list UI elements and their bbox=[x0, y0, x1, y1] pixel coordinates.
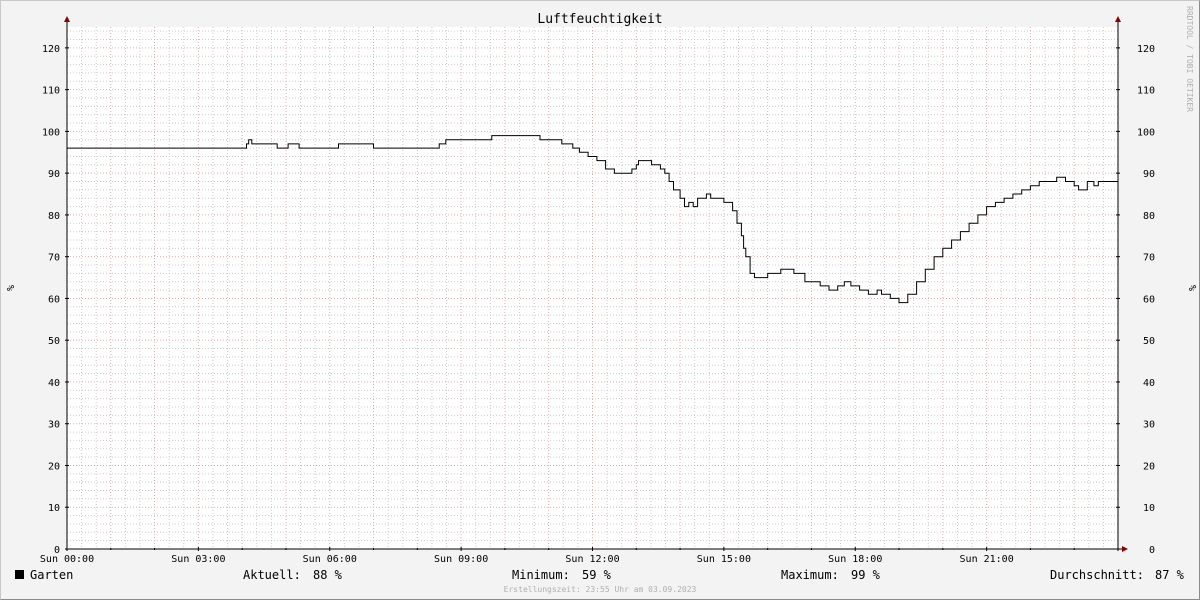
y-axis-arrow-right bbox=[1115, 16, 1121, 22]
legend: Garten Aktuell: 88 % Minimum: 59 % Maxim… bbox=[15, 568, 1185, 582]
y-axis-arrow-left bbox=[64, 16, 70, 22]
y-tick-label-left: 20 bbox=[48, 461, 60, 472]
rrdtool-watermark: RRDTOOL / TOBI OETIKER bbox=[1185, 6, 1194, 112]
y-tick-label-right: 10 bbox=[1143, 503, 1155, 514]
y-axis-label-left: % bbox=[4, 285, 15, 291]
y-tick-label-left: 30 bbox=[48, 420, 60, 431]
maximum-label: Maximum: bbox=[781, 568, 839, 582]
durchschnitt-value: 87 % bbox=[1155, 568, 1185, 582]
humidity-chart: Luftfeuchtigkeit RRDTOOL / TOBI OETIKER … bbox=[4, 6, 1197, 594]
y-tick-label-left: 110 bbox=[42, 86, 60, 97]
y-tick-label-left: 80 bbox=[48, 211, 60, 222]
minimum-label: Minimum: bbox=[512, 568, 570, 582]
y-tick-label-right: 50 bbox=[1143, 336, 1155, 347]
y-tick-label-right: 60 bbox=[1143, 294, 1155, 305]
y-tick-label-left: 10 bbox=[48, 503, 60, 514]
y-tick-label-left: 60 bbox=[48, 294, 60, 305]
x-tick-label: Sun 06:00 bbox=[303, 554, 357, 565]
x-tick-label: Sun 00:00 bbox=[40, 554, 94, 565]
creation-timestamp: Erstellungszeit: 23:55 Uhr am 03.09.2023 bbox=[504, 585, 697, 594]
x-tick-label: Sun 12:00 bbox=[565, 554, 619, 565]
durchschnitt-label: Durchschnitt: bbox=[1050, 568, 1144, 582]
y-tick-label-right: 0 bbox=[1149, 545, 1155, 556]
y-axis-label-right: % bbox=[1186, 285, 1197, 291]
y-tick-label-right: 100 bbox=[1137, 127, 1155, 138]
legend-series-name: Garten bbox=[30, 568, 73, 582]
x-tick-label: Sun 03:00 bbox=[171, 554, 225, 565]
legend-swatch bbox=[15, 570, 24, 579]
y-tick-label-left: 40 bbox=[48, 378, 60, 389]
y-tick-label-left: 120 bbox=[42, 44, 60, 55]
y-tick-label-left: 0 bbox=[54, 545, 60, 556]
y-tick-label-right: 90 bbox=[1143, 169, 1155, 180]
chart-title: Luftfeuchtigkeit bbox=[537, 12, 662, 27]
y-tick-label-right: 110 bbox=[1137, 86, 1155, 97]
y-tick-label-left: 50 bbox=[48, 336, 60, 347]
y-tick-label-right: 40 bbox=[1143, 378, 1155, 389]
y-tick-label-right: 120 bbox=[1137, 44, 1155, 55]
aktuell-label: Aktuell: bbox=[243, 568, 301, 582]
x-tick-label: Sun 18:00 bbox=[828, 554, 882, 565]
x-tick-label: Sun 15:00 bbox=[697, 554, 751, 565]
y-tick-label-left: 100 bbox=[42, 127, 60, 138]
x-axis-arrow bbox=[1122, 546, 1128, 552]
minimum-value: 59 % bbox=[582, 568, 612, 582]
maximum-value: 99 % bbox=[851, 568, 881, 582]
y-tick-label-right: 80 bbox=[1143, 211, 1155, 222]
y-tick-label-right: 70 bbox=[1143, 253, 1155, 264]
y-tick-label-right: 20 bbox=[1143, 461, 1155, 472]
aktuell-value: 88 % bbox=[313, 568, 343, 582]
x-tick-label: Sun 21:00 bbox=[960, 554, 1014, 565]
y-tick-label-left: 70 bbox=[48, 253, 60, 264]
y-tick-label-right: 30 bbox=[1143, 420, 1155, 431]
y-tick-label-left: 90 bbox=[48, 169, 60, 180]
x-tick-label: Sun 09:00 bbox=[434, 554, 488, 565]
